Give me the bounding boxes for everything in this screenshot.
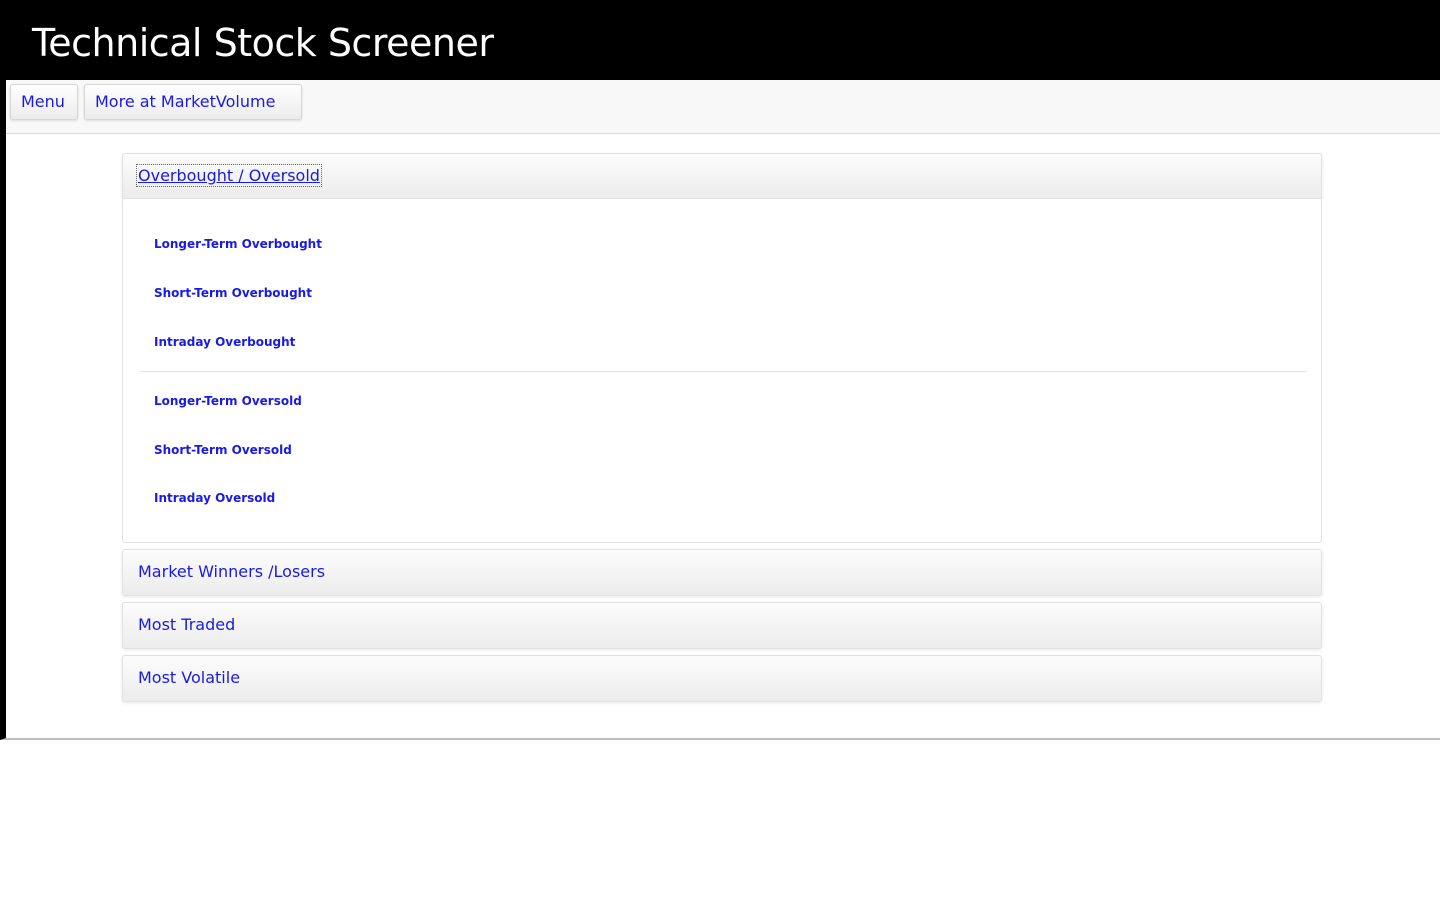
section-header-overbought-oversold[interactable]: Overbought / Oversold <box>122 153 1322 199</box>
link-intraday-overbought[interactable]: Intraday Overbought <box>154 335 295 349</box>
section-header-most-volatile[interactable]: Most Volatile <box>122 655 1322 702</box>
section-market-winners-losers: Market Winners /Losers <box>122 549 1322 596</box>
more-at-marketvolume-button[interactable]: More at MarketVolume <box>84 84 302 120</box>
divider <box>139 371 1307 372</box>
section-most-traded: Most Traded <box>122 602 1322 649</box>
link-short-term-overbought[interactable]: Short-Term Overbought <box>154 286 312 300</box>
section-overbought-oversold: Overbought / Oversold Longer-Term Overbo… <box>122 153 1322 543</box>
section-most-volatile: Most Volatile <box>122 655 1322 702</box>
menu-button[interactable]: Menu <box>10 84 78 120</box>
section-label: Overbought / Oversold <box>136 164 322 187</box>
link-longer-term-oversold[interactable]: Longer-Term Oversold <box>154 394 302 408</box>
link-longer-term-overbought[interactable]: Longer-Term Overbought <box>154 237 322 251</box>
app-title: Technical Stock Screener <box>32 21 494 65</box>
section-body-overbought-oversold: Longer-Term Overbought Short-Term Overbo… <box>122 199 1322 543</box>
title-bar: Technical Stock Screener <box>0 0 1440 80</box>
link-short-term-oversold[interactable]: Short-Term Oversold <box>154 443 292 457</box>
screener-accordion: Overbought / Oversold Longer-Term Overbo… <box>122 153 1322 708</box>
toolbar: Menu More at MarketVolume <box>6 80 1440 134</box>
section-header-market-winners-losers[interactable]: Market Winners /Losers <box>122 549 1322 596</box>
section-header-most-traded[interactable]: Most Traded <box>122 602 1322 649</box>
link-intraday-oversold[interactable]: Intraday Oversold <box>154 491 275 505</box>
